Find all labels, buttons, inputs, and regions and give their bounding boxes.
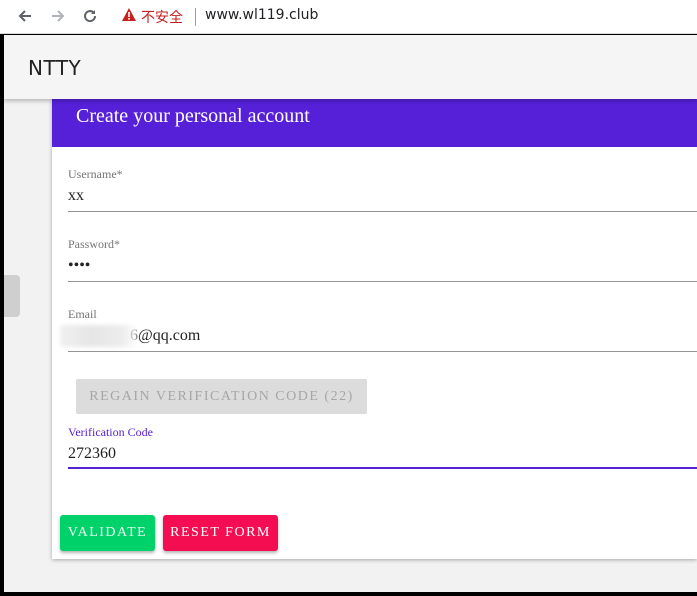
username-value[interactable]: xx xyxy=(68,187,84,205)
username-field[interactable]: Username* xx xyxy=(68,167,697,213)
browser-toolbar: 不安全 www.wl119.club xyxy=(0,0,697,34)
security-label: 不安全 xyxy=(141,10,183,26)
validate-button[interactable]: VALIDATE xyxy=(60,515,155,551)
forward-arrow-icon[interactable] xyxy=(48,6,68,26)
reload-icon[interactable] xyxy=(80,6,100,26)
email-label: Email xyxy=(68,307,97,321)
signup-card: Create your personal account Username* x… xyxy=(52,99,697,559)
address-bar-url[interactable]: www.wl119.club xyxy=(205,7,318,23)
password-field[interactable]: Password* •••• xyxy=(68,237,697,283)
username-label: Username* xyxy=(68,167,123,181)
warning-icon xyxy=(122,8,136,26)
password-value[interactable]: •••• xyxy=(68,257,90,275)
password-underline xyxy=(68,281,697,282)
verification-code-underline xyxy=(68,467,697,469)
card-header: Create your personal account xyxy=(52,99,697,147)
username-underline xyxy=(68,211,697,212)
url-divider xyxy=(195,8,196,26)
verification-code-field[interactable]: Verification Code 272360 xyxy=(68,425,697,473)
left-scroll-handle[interactable] xyxy=(4,275,20,317)
email-value[interactable]: 6@qq.com xyxy=(130,327,200,345)
page-content: NTTY Create your personal account Userna… xyxy=(4,35,697,592)
card-title: Create your personal account xyxy=(76,105,310,127)
back-arrow-icon[interactable] xyxy=(15,6,35,26)
verification-code-value[interactable]: 272360 xyxy=(68,445,116,463)
reset-form-button[interactable]: RESET FORM xyxy=(163,515,278,551)
regain-code-button[interactable]: REGAIN VERIFICATION CODE (22) xyxy=(76,379,367,414)
redacted-blur xyxy=(60,325,138,347)
password-label: Password* xyxy=(68,237,121,251)
email-underline xyxy=(68,351,697,352)
app-header: NTTY xyxy=(4,35,697,99)
email-field[interactable]: Email 6@qq.com xyxy=(60,307,697,353)
app-title[interactable]: NTTY xyxy=(28,56,81,80)
verification-code-label: Verification Code xyxy=(68,425,153,439)
security-indicator[interactable]: 不安全 xyxy=(122,7,183,27)
